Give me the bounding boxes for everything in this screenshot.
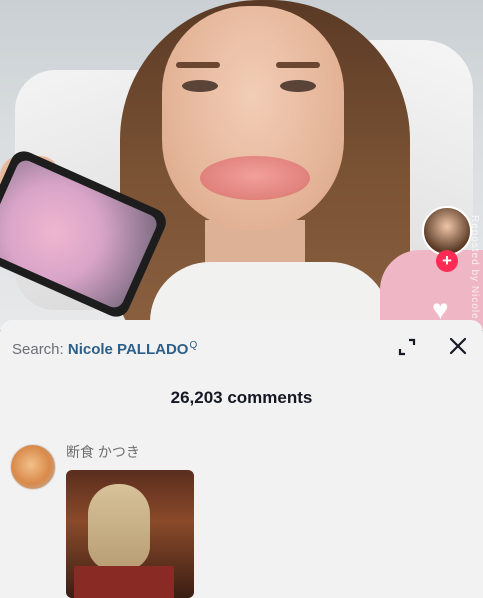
comments-search-link[interactable]: Search: Nicole PALLADOQ: [12, 340, 197, 358]
commenter-avatar[interactable]: [10, 444, 56, 490]
left-eye: [182, 80, 218, 92]
right-eye: [280, 80, 316, 92]
repost-watermark: Reposted by Nicole: [469, 215, 480, 320]
lips: [200, 156, 310, 200]
screen: + ♥ Reposted by Nicole Search: Nicole PA…: [0, 0, 483, 598]
search-term[interactable]: Nicole PALLADO: [68, 341, 189, 358]
comment-image[interactable]: [66, 470, 194, 598]
search-icon: Q: [189, 340, 198, 351]
commenter-username[interactable]: 断食 かつき: [66, 442, 140, 462]
comment-image-head: [88, 484, 150, 570]
expand-icon[interactable]: [396, 336, 418, 358]
creator-avatar[interactable]: [422, 206, 472, 256]
comment-count: 26,203 comments: [170, 388, 313, 407]
comments-sheet: Search: Nicole PALLADOQ 26,203 comments …: [0, 320, 483, 598]
close-icon[interactable]: [446, 334, 470, 358]
person-face: [162, 6, 344, 231]
right-eyebrow: [276, 62, 320, 68]
search-label: Search:: [12, 341, 64, 358]
video-player[interactable]: + ♥ Reposted by Nicole: [0, 0, 483, 330]
follow-button[interactable]: +: [436, 250, 458, 272]
comment-image-shirt: [74, 566, 174, 598]
left-eyebrow: [176, 62, 220, 68]
